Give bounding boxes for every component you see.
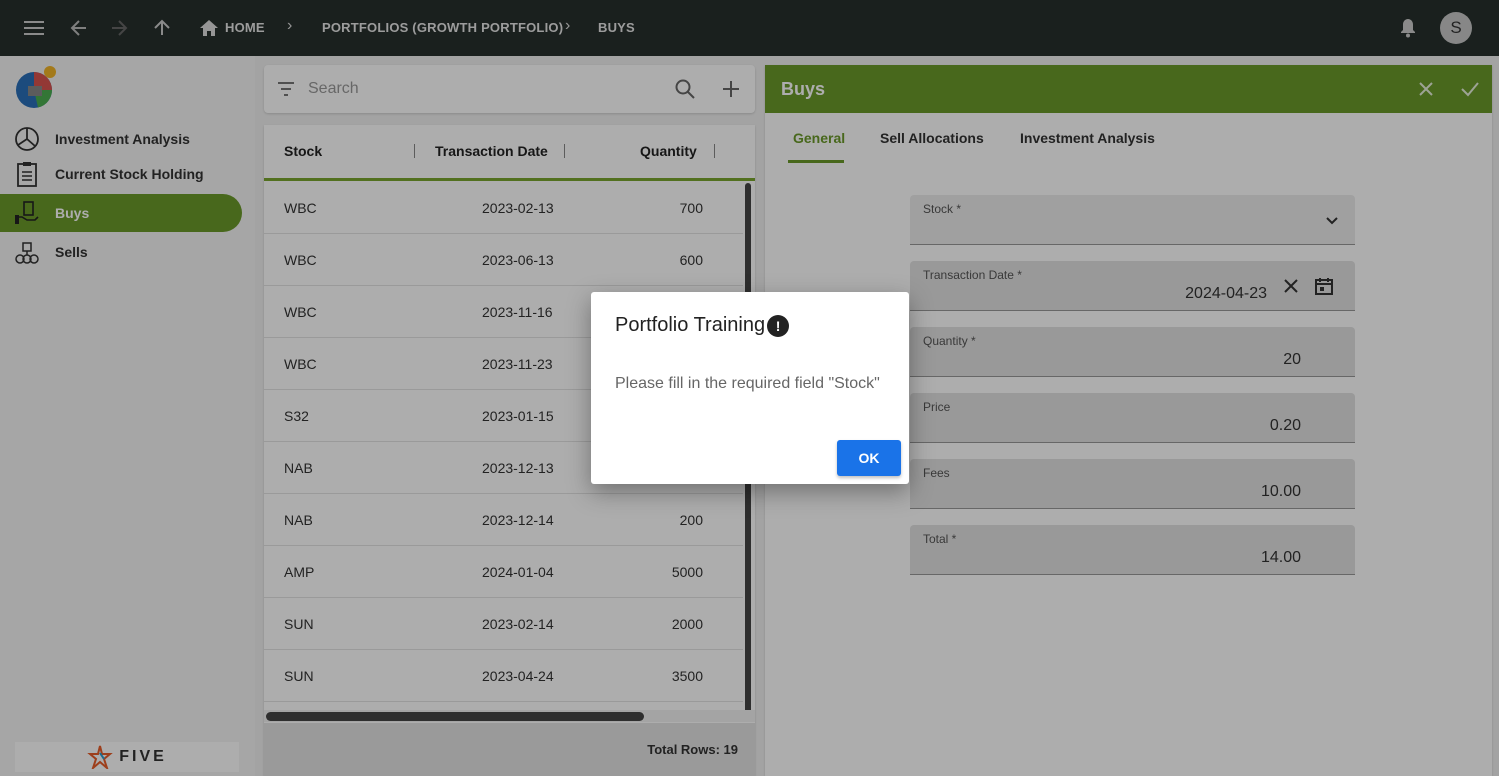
dialog-message: Please fill in the required field "Stock…	[615, 375, 880, 392]
alert-dialog: Portfolio Training ! Please fill in the …	[591, 292, 909, 484]
dialog-title-row: Portfolio Training !	[615, 314, 790, 337]
warning-icon: !	[767, 314, 790, 337]
dialog-title: Portfolio Training	[615, 314, 766, 336]
ok-button[interactable]: OK	[837, 440, 901, 476]
